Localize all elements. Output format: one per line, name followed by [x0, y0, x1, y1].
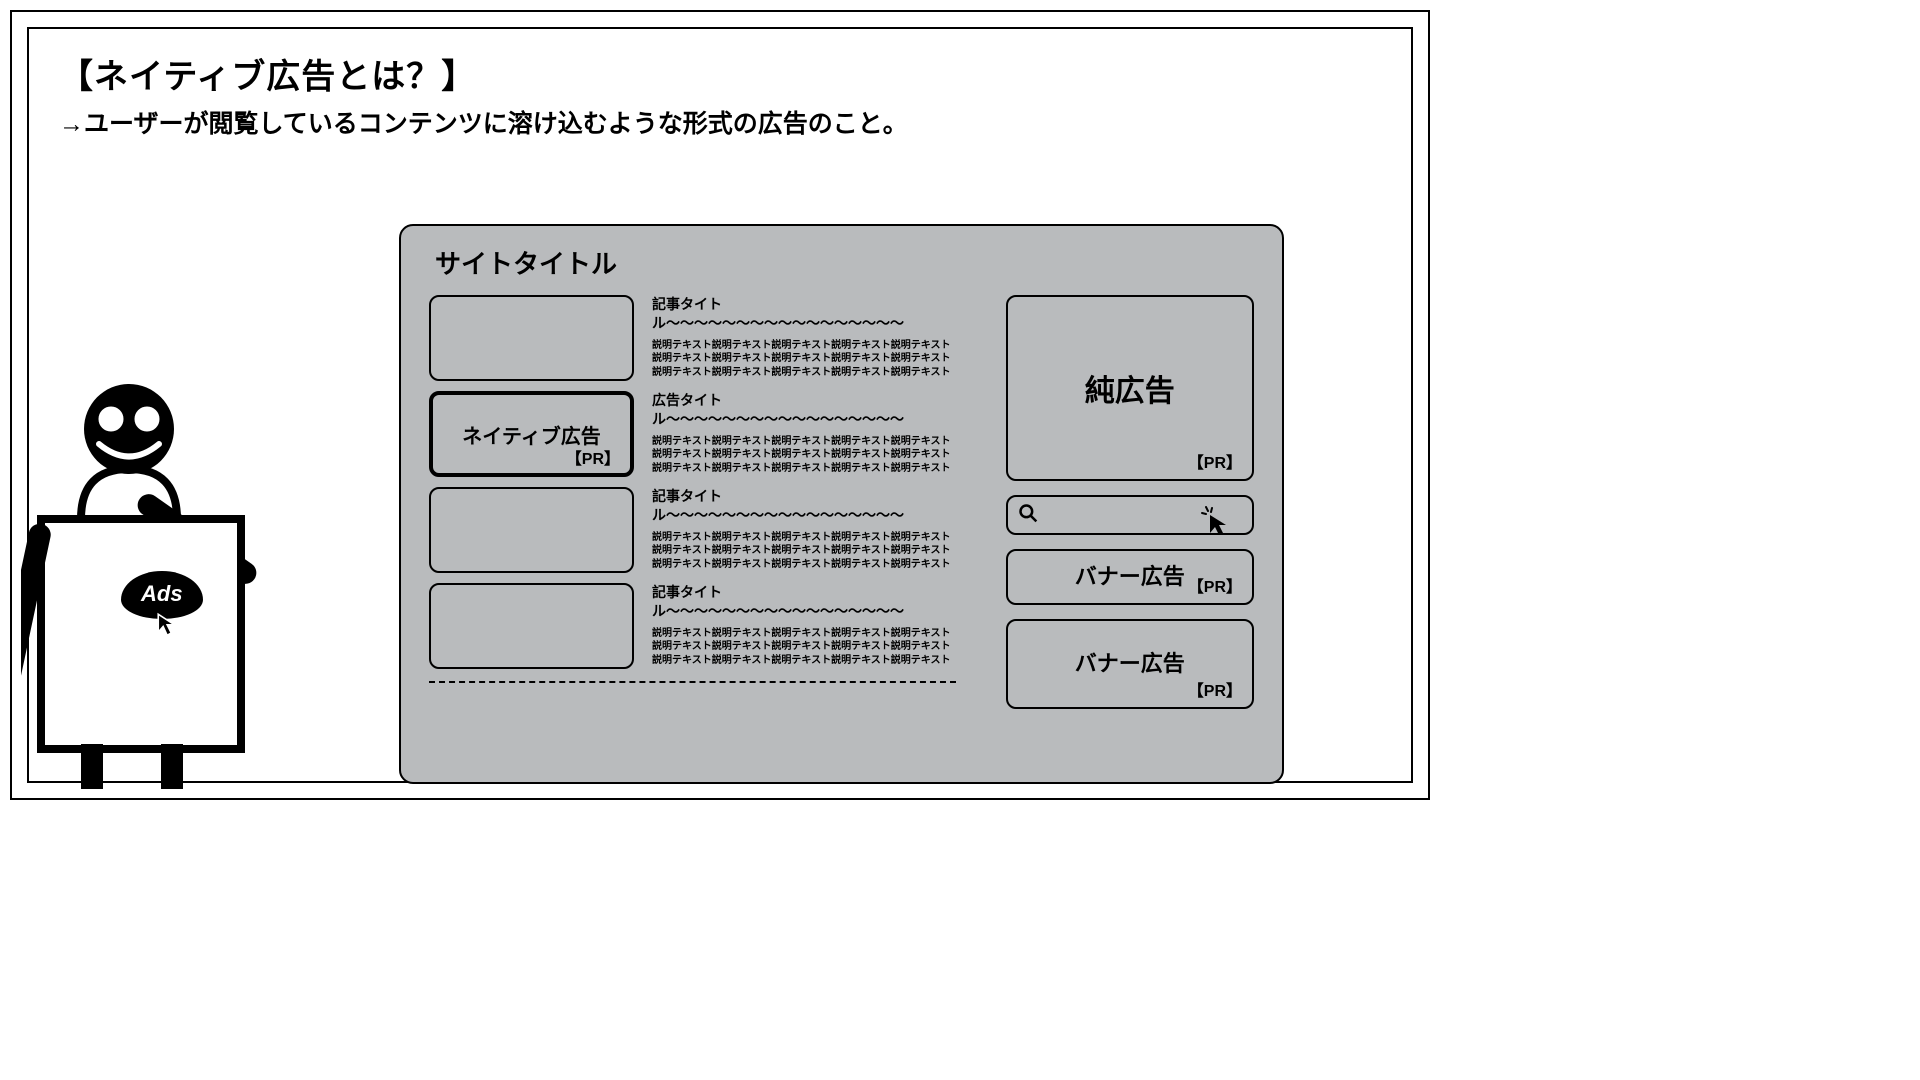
mascot-illustration: Ads	[21, 369, 331, 789]
banner-ad: バナー広告 【PR】	[1006, 549, 1254, 605]
feed-item: 記事タイトル〜〜〜〜〜〜〜〜〜〜〜〜〜〜〜〜〜 説明テキスト説明テキスト説明テキ…	[429, 487, 956, 573]
search-icon	[1018, 503, 1038, 528]
article-thumbnail	[429, 295, 634, 381]
feed-item-native-ad: ネイティブ広告 【PR】 広告タイトル〜〜〜〜〜〜〜〜〜〜〜〜〜〜〜〜〜 説明テ…	[429, 391, 956, 477]
banner-ad-label: バナー広告	[1075, 559, 1185, 591]
article-title: 記事タイトル〜〜〜〜〜〜〜〜〜〜〜〜〜〜〜〜〜	[652, 295, 956, 333]
banner-ad: バナー広告 【PR】	[1006, 619, 1254, 709]
pr-badge: 【PR】	[566, 445, 620, 469]
pr-badge: 【PR】	[1188, 573, 1242, 597]
ads-badge-label: Ads	[141, 581, 183, 606]
cursor-icon	[1200, 505, 1232, 542]
display-ad-label: 純広告	[1085, 366, 1175, 410]
site-title: サイトタイトル	[435, 244, 1254, 281]
article-thumbnail	[429, 583, 634, 669]
pr-badge: 【PR】	[1188, 449, 1242, 473]
feed-item: 記事タイトル〜〜〜〜〜〜〜〜〜〜〜〜〜〜〜〜〜 説明テキスト説明テキスト説明テキ…	[429, 583, 956, 669]
outer-frame: 【ネイティブ広告とは？】 →ユーザーが閲覧しているコンテンツに溶け込むような形式…	[10, 10, 1430, 800]
article-title: 記事タイトル〜〜〜〜〜〜〜〜〜〜〜〜〜〜〜〜〜	[652, 487, 956, 525]
ad-desc: 説明テキスト説明テキスト説明テキスト説明テキスト説明テキスト説明テキスト説明テキ…	[652, 435, 956, 476]
display-ad: 純広告 【PR】	[1006, 295, 1254, 481]
page-title: 【ネイティブ広告とは？】	[59, 49, 1381, 98]
feed-divider	[429, 681, 956, 683]
pr-badge: 【PR】	[1188, 677, 1242, 701]
article-thumbnail	[429, 487, 634, 573]
ad-title: 広告タイトル〜〜〜〜〜〜〜〜〜〜〜〜〜〜〜〜〜	[652, 391, 956, 429]
article-desc: 説明テキスト説明テキスト説明テキスト説明テキスト説明テキスト説明テキスト説明テキ…	[652, 531, 956, 572]
feed-item: 記事タイトル〜〜〜〜〜〜〜〜〜〜〜〜〜〜〜〜〜 説明テキスト説明テキスト説明テキ…	[429, 295, 956, 381]
site-sidebar: 純広告 【PR】	[1006, 295, 1254, 709]
ads-badge: Ads	[121, 571, 203, 619]
article-title: 記事タイトル〜〜〜〜〜〜〜〜〜〜〜〜〜〜〜〜〜	[652, 583, 956, 621]
inner-frame: 【ネイティブ広告とは？】 →ユーザーが閲覧しているコンテンツに溶け込むような形式…	[27, 27, 1413, 783]
banner-ad-label: バナー広告	[1075, 646, 1185, 678]
article-feed: 記事タイトル〜〜〜〜〜〜〜〜〜〜〜〜〜〜〜〜〜 説明テキスト説明テキスト説明テキ…	[429, 295, 956, 709]
page-subtitle: →ユーザーが閲覧しているコンテンツに溶け込むような形式の広告のこと。	[59, 104, 1381, 140]
search-box[interactable]	[1006, 495, 1254, 535]
article-desc: 説明テキスト説明テキスト説明テキスト説明テキスト説明テキスト説明テキスト説明テキ…	[652, 339, 956, 380]
native-ad-thumbnail: ネイティブ広告 【PR】	[429, 391, 634, 477]
article-desc: 説明テキスト説明テキスト説明テキスト説明テキスト説明テキスト説明テキスト説明テキ…	[652, 627, 956, 668]
mock-website: サイトタイトル 記事タイトル〜〜〜〜〜〜〜〜〜〜〜〜〜〜〜〜〜 説明テキスト説明…	[399, 224, 1284, 784]
